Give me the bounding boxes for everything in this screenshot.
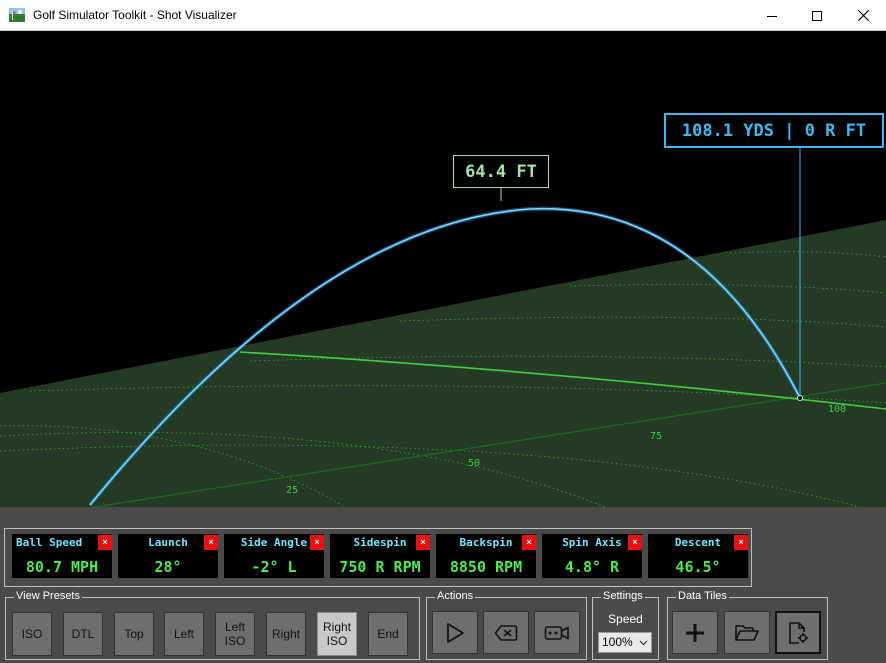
- clear-shot-button[interactable]: [483, 611, 529, 654]
- tile-value: 4.8° R: [564, 558, 620, 576]
- speed-label: Speed: [608, 612, 643, 626]
- tile-backspin[interactable]: Backspin × 8850 RPM: [436, 534, 536, 578]
- settings-group: Settings Speed 100%: [592, 590, 659, 660]
- data-tiles-title: Data Tiles: [676, 590, 729, 602]
- view-iso-button[interactable]: ISO: [12, 612, 52, 656]
- data-tiles-group: Data Tiles: [667, 590, 828, 660]
- tile-launch[interactable]: Launch × 28°: [118, 534, 218, 578]
- add-icon: [686, 623, 704, 642]
- view-end-button[interactable]: End: [368, 612, 408, 656]
- camera-icon: [544, 625, 569, 640]
- tile-label: Descent: [674, 536, 722, 549]
- shot-viewport[interactable]: 64.4 FT 108.1 YDS | 0 R FT 25 50 75 100: [0, 31, 886, 507]
- ground-plane: [0, 220, 886, 507]
- tile-settings-button[interactable]: [775, 611, 821, 654]
- tile-spin-axis[interactable]: Spin Axis × 4.8° R: [542, 534, 642, 578]
- view-left-button[interactable]: Left: [164, 612, 204, 656]
- close-icon: [857, 10, 869, 21]
- tile-close-icon[interactable]: ×: [734, 535, 748, 550]
- tile-value: 28°: [154, 558, 182, 576]
- record-camera-button[interactable]: [534, 611, 580, 654]
- folder-open-icon: [735, 624, 759, 641]
- open-tiles-button[interactable]: [724, 611, 770, 654]
- distance-marker-75: 75: [650, 431, 663, 442]
- tile-close-icon[interactable]: ×: [416, 535, 430, 550]
- clear-icon: [494, 624, 518, 641]
- add-tile-button[interactable]: [672, 611, 718, 654]
- tile-value: 80.7 MPH: [25, 558, 99, 576]
- tile-close-icon[interactable]: ×: [310, 535, 324, 550]
- minimize-button[interactable]: [749, 0, 795, 31]
- tile-value: 750 R RPM: [339, 558, 421, 576]
- chevron-down-icon: [639, 640, 648, 646]
- view-top-button[interactable]: Top: [114, 612, 154, 656]
- maximize-icon: [812, 10, 822, 21]
- distance-marker-50: 50: [468, 458, 481, 469]
- view-right-button[interactable]: Right: [266, 612, 306, 656]
- landing-point: [797, 395, 803, 401]
- tile-value: -2° L: [251, 558, 297, 576]
- tile-value: 46.5°: [675, 558, 721, 576]
- actions-title: Actions: [435, 590, 476, 602]
- tile-label: Backspin: [459, 536, 513, 549]
- play-icon: [447, 622, 464, 643]
- tile-ball-speed[interactable]: Ball Speed × 80.7 MPH: [12, 534, 112, 578]
- distance-marker-25: 25: [286, 485, 299, 496]
- title-bar: Golf Simulator Toolkit - Shot Visualizer: [0, 0, 886, 31]
- data-tiles-strip: Ball Speed × 80.7 MPH Launch × 28° Side …: [4, 528, 752, 587]
- tile-value: 8850 RPM: [449, 558, 523, 576]
- shot-scene: [0, 148, 886, 507]
- tile-label: Ball Speed: [16, 536, 83, 549]
- settings-title: Settings: [601, 590, 645, 602]
- actions-group: Actions: [426, 590, 587, 660]
- tile-close-icon[interactable]: ×: [522, 535, 536, 550]
- tile-label: Side Angle: [240, 536, 308, 549]
- tile-side-angle[interactable]: Side Angle × -2° L: [224, 534, 324, 578]
- view-right-iso-button[interactable]: Right ISO: [317, 612, 357, 656]
- tile-label: Spin Axis: [562, 536, 622, 549]
- tile-close-icon[interactable]: ×: [98, 535, 112, 550]
- view-presets-title: View Presets: [14, 590, 82, 602]
- apex-height-callout: 64.4 FT: [453, 155, 549, 188]
- tile-close-icon[interactable]: ×: [204, 535, 218, 550]
- view-dtl-button[interactable]: DTL: [63, 612, 103, 656]
- tile-descent[interactable]: Descent × 46.5°: [648, 534, 748, 578]
- minimize-icon: [767, 15, 777, 17]
- tile-label: Launch: [148, 536, 188, 549]
- tile-label: Sidespin: [353, 536, 407, 549]
- play-button[interactable]: [432, 611, 478, 654]
- speed-select[interactable]: 100%: [598, 632, 652, 653]
- tile-close-icon[interactable]: ×: [628, 535, 642, 550]
- carry-distance-callout: 108.1 YDS | 0 R FT: [664, 113, 884, 148]
- view-presets-group: View Presets ISO DTL Top Left Left ISO Ri…: [5, 590, 420, 660]
- tile-sidespin[interactable]: Sidespin × 750 R RPM: [330, 534, 430, 578]
- speed-value: 100%: [602, 635, 633, 649]
- distance-marker-100: 100: [828, 404, 847, 415]
- close-button[interactable]: [840, 0, 886, 31]
- window-title: Golf Simulator Toolkit - Shot Visualizer: [33, 8, 237, 22]
- app-icon: [9, 8, 25, 22]
- control-panel: Ball Speed × 80.7 MPH Launch × 28° Side …: [0, 507, 886, 663]
- view-left-iso-button[interactable]: Left ISO: [215, 612, 255, 656]
- file-settings-icon: [789, 621, 808, 644]
- maximize-button[interactable]: [794, 0, 840, 31]
